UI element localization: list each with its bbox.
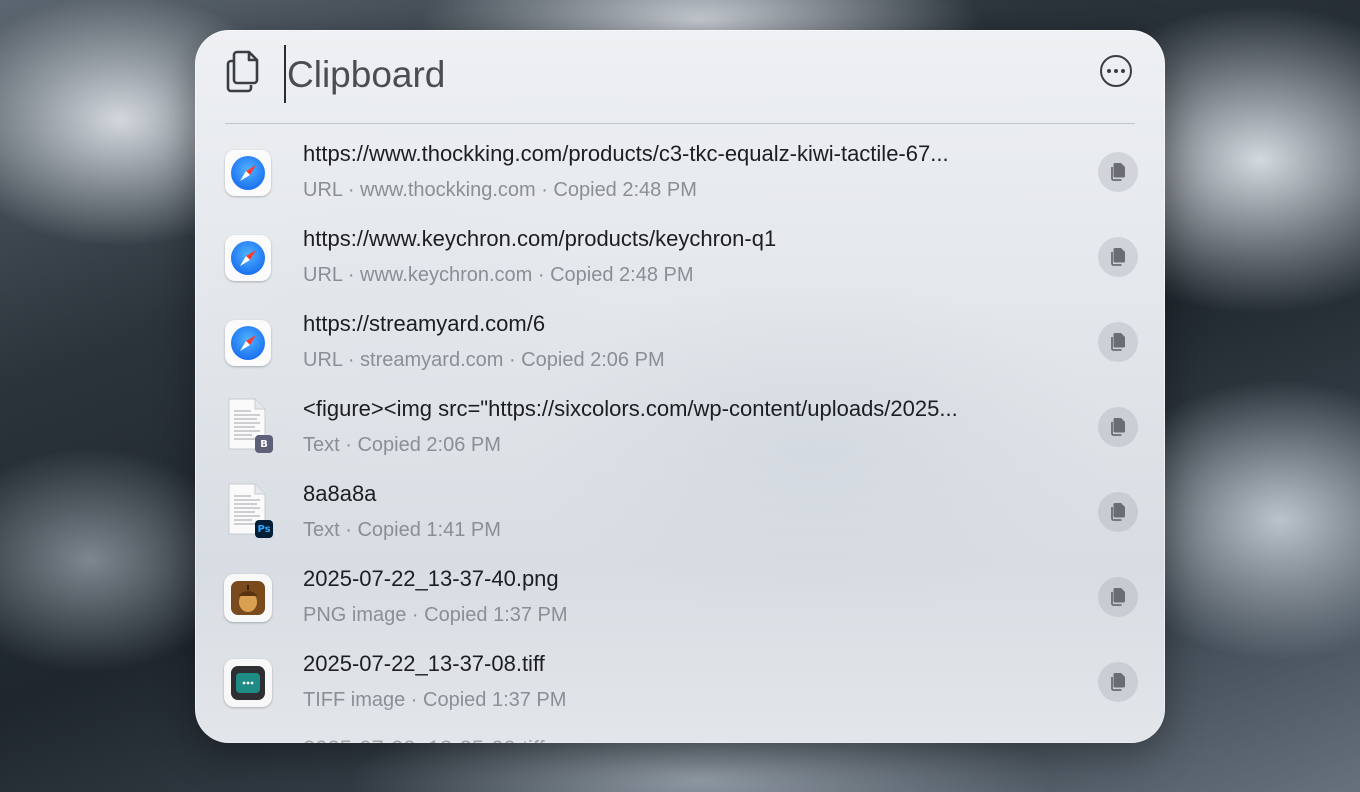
clipboard-item[interactable]: Ps 8a8a8a Text · Copied 1:41 PM — [195, 470, 1165, 555]
copy-icon — [1111, 418, 1125, 436]
copy-icon — [1111, 673, 1125, 691]
text-cursor — [284, 45, 286, 103]
clipboard-panel: https://www.thockking.com/products/c3-tk… — [195, 30, 1165, 743]
safari-icon — [225, 235, 271, 281]
text-document-icon: B — [225, 397, 273, 453]
clipboard-item[interactable]: 2025-07-22_13-35-09.tiff — [195, 725, 1165, 743]
ellipsis-dot — [1121, 69, 1125, 73]
copy-button[interactable] — [1098, 662, 1138, 702]
copy-button[interactable] — [1098, 407, 1138, 447]
acorn-app-icon — [224, 574, 272, 622]
item-title: 8a8a8a — [303, 481, 377, 506]
item-subtitle: PNG image · Copied 1:37 PM — [303, 604, 568, 626]
search-bar — [195, 30, 1165, 124]
bbedit-badge-icon: B — [255, 435, 273, 453]
clipboard-history-list: https://www.thockking.com/products/c3-tk… — [195, 130, 1165, 743]
item-subtitle: Text · Copied 1:41 PM — [303, 519, 501, 541]
copy-button[interactable] — [1098, 237, 1138, 277]
screenshot-app-icon — [224, 659, 272, 707]
clipboard-item[interactable]: https://www.thockking.com/products/c3-tk… — [195, 130, 1165, 215]
copy-button[interactable] — [1098, 152, 1138, 192]
clipboard-item[interactable]: B <figure><img src="https://sixcolors.co… — [195, 385, 1165, 470]
safari-icon — [225, 320, 271, 366]
clipboard-item[interactable]: 2025-07-22_13-37-40.png PNG image · Copi… — [195, 555, 1165, 640]
item-title: https://www.thockking.com/products/c3-tk… — [303, 141, 949, 166]
copy-icon — [1111, 503, 1125, 521]
clipboard-item[interactable]: https://www.keychron.com/products/keychr… — [195, 215, 1165, 300]
text-document-icon: Ps — [225, 482, 273, 538]
photoshop-badge-icon: Ps — [255, 520, 273, 538]
clipboard-item[interactable]: https://streamyard.com/6 URL · streamyar… — [195, 300, 1165, 385]
item-title: https://www.keychron.com/products/keychr… — [303, 226, 777, 251]
item-title: 2025-07-22_13-37-08.tiff — [303, 651, 545, 676]
item-title: <figure><img src="https://sixcolors.com/… — [303, 396, 958, 421]
item-title: 2025-07-22_13-35-09.tiff — [303, 735, 1083, 743]
search-divider — [225, 123, 1135, 124]
item-title: 2025-07-22_13-37-40.png — [303, 566, 559, 591]
safari-icon — [225, 150, 271, 196]
item-subtitle: URL · www.keychron.com · Copied 2:48 PM — [303, 264, 694, 286]
item-subtitle: URL · www.thockking.com · Copied 2:48 PM — [303, 179, 697, 201]
item-subtitle: URL · streamyard.com · Copied 2:06 PM — [303, 349, 665, 371]
copy-button[interactable] — [1098, 577, 1138, 617]
copy-button[interactable] — [1098, 322, 1138, 362]
search-input[interactable] — [287, 47, 987, 103]
item-title: https://streamyard.com/6 — [303, 311, 546, 336]
clipboard-item[interactable]: 2025-07-22_13-37-08.tiff TIFF image · Co… — [195, 640, 1165, 725]
copy-icon — [1111, 163, 1125, 181]
more-options-button[interactable] — [1100, 55, 1132, 87]
copy-icon — [1111, 248, 1125, 266]
item-subtitle: Text · Copied 2:06 PM — [303, 434, 501, 456]
copy-icon — [1111, 333, 1125, 351]
copy-button[interactable] — [1098, 492, 1138, 532]
copy-icon — [1111, 588, 1125, 606]
item-subtitle: TIFF image · Copied 1:37 PM — [303, 689, 567, 711]
clipboard-copy-icon — [226, 50, 259, 93]
ellipsis-dot — [1114, 69, 1118, 73]
ellipsis-icon — [1107, 69, 1111, 73]
